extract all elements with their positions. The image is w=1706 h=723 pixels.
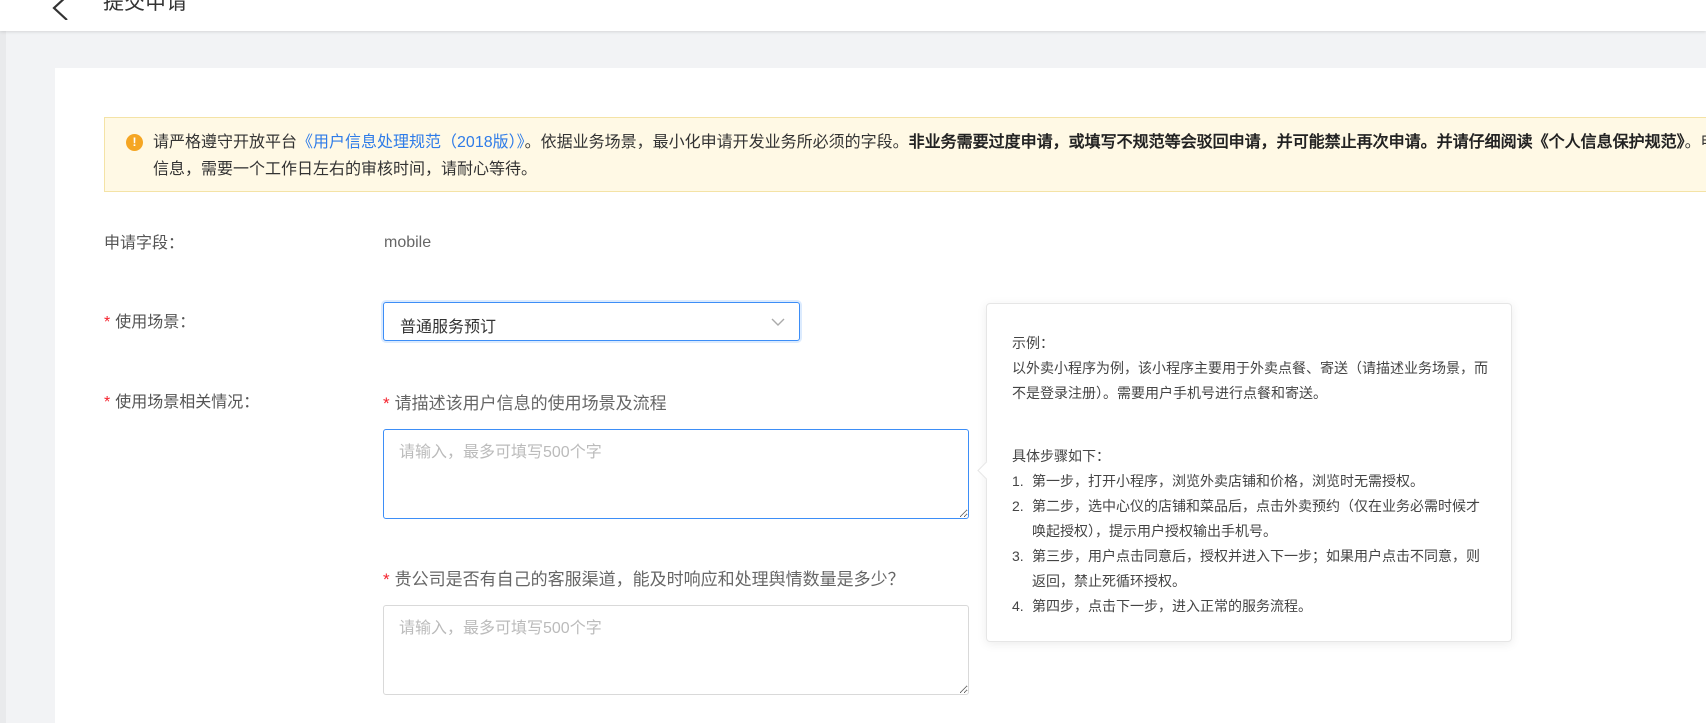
tooltip-steps-title: 具体步骤如下： [1012, 448, 1110, 464]
step-text: 第四步，点击下一步，进入正常的服务流程。 [1032, 598, 1312, 614]
step-text: 第一步，打开小程序，浏览外卖店铺和价格，浏览时无需授权。 [1032, 473, 1424, 489]
scene-select-value: 普通服务预订 [400, 319, 497, 336]
notice-bold: 非业务需要过度申请，或填写不规范等会驳回申请，并可能禁止再次申请。并请仔细阅读《… [908, 134, 1685, 151]
chevron-down-icon [771, 318, 785, 326]
usage-scene-textarea[interactable] [383, 429, 969, 519]
left-gutter [0, 31, 6, 723]
field-label: 申请字段： [104, 235, 185, 252]
required-mark: * [383, 570, 390, 589]
step-text: 第三步，用户点击同意后，授权并进入下一步；如果用户点击不同意，则返回，禁止死循环… [1032, 548, 1480, 589]
required-mark: * [104, 394, 111, 411]
page-title: 提交申请 [103, 0, 187, 14]
question-1-label: * 请描述该用户信息的使用场景及流程 [383, 393, 667, 415]
question-1-text: 请描述该用户信息的使用场景及流程 [394, 394, 667, 413]
warning-icon: ! [126, 134, 143, 151]
notice-text: 请严格遵守开放平台《用户信息处理规范（2018版）》。依据业务场景，最小化申请开… [153, 129, 1706, 183]
required-mark: * [104, 314, 111, 331]
top-bar: 提交申请 [0, 0, 1706, 31]
step-item: 2. 第二步，选中心仪的店铺和菜品后，点击外卖预约（仅在业务必需时候才唤起授权）… [1012, 494, 1492, 544]
step-number: 2. [1012, 498, 1024, 514]
example-tooltip: 示例： 以外卖小程序为例，该小程序主要用于外卖点餐、寄送（请描述业务场景，而不是… [977, 303, 1512, 642]
notice-prefix: 请严格遵守开放平台 [153, 134, 298, 151]
scene-select[interactable]: 普通服务预订 [383, 302, 800, 341]
step-number: 1. [1012, 473, 1024, 489]
scene-detail-label: 使用场景相关情况： [115, 394, 260, 411]
tooltip-title: 示例： [1012, 335, 1054, 351]
tooltip-example: 以外卖小程序为例，该小程序主要用于外卖点餐、寄送（请描述业务场景，而不是登录注册… [1012, 360, 1488, 401]
step-number: 3. [1012, 548, 1024, 564]
question-2-text: 贵公司是否有自己的客服渠道，能及时响应和处理舆情数量是多少？ [394, 570, 905, 589]
step-item: 4. 第四步，点击下一步，进入正常的服务流程。 [1012, 594, 1492, 619]
scene-label: 使用场景： [115, 314, 196, 331]
notice-middle: 。依据业务场景，最小化申请开发业务所必须的字段。 [524, 134, 909, 151]
step-item: 1. 第一步，打开小程序，浏览外卖店铺和价格，浏览时无需授权。 [1012, 469, 1492, 494]
field-value: mobile [384, 234, 432, 251]
scene-detail-label-row: * 使用场景相关情况： [104, 393, 259, 413]
step-item: 3. 第三步，用户点击同意后，授权并进入下一步；如果用户点击不同意，则返回，禁止… [1012, 544, 1492, 594]
question-2-label: * 贵公司是否有自己的客服渠道，能及时响应和处理舆情数量是多少？ [383, 569, 905, 591]
step-number: 4. [1012, 598, 1024, 614]
tooltip-spacer [1012, 406, 1492, 444]
tooltip-body: 示例： 以外卖小程序为例，该小程序主要用于外卖点餐、寄送（请描述业务场景，而不是… [1012, 331, 1492, 619]
rules-link[interactable]: 《用户信息处理规范（2018版）》 [297, 134, 525, 151]
back-arrow-icon[interactable] [46, 0, 76, 20]
notice-banner: ! 请严格遵守开放平台《用户信息处理规范（2018版）》。依据业务场景，最小化申… [104, 117, 1706, 192]
step-text: 第二步，选中心仪的店铺和菜品后，点击外卖预约（仅在业务必需时候才唤起授权），提示… [1032, 498, 1480, 539]
scene-label-row: * 使用场景： [104, 313, 195, 333]
required-mark: * [383, 394, 390, 413]
customer-service-textarea[interactable] [383, 605, 969, 695]
